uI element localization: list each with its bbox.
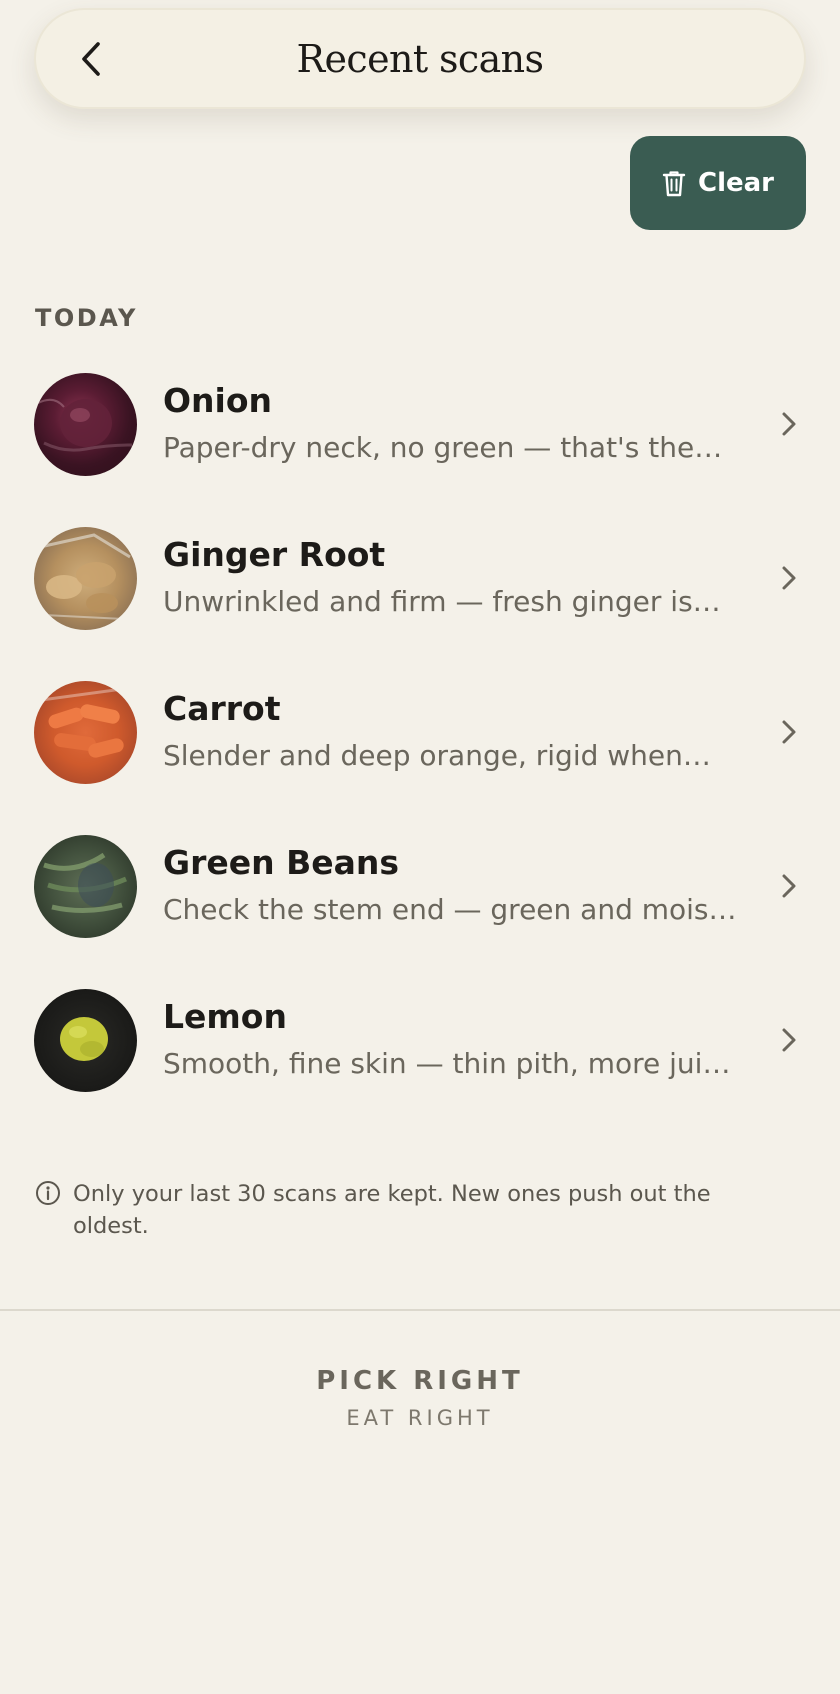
trash-icon	[662, 171, 686, 197]
info-icon	[36, 1181, 60, 1205]
info-text: Only your last 30 scans are kept. New on…	[73, 1181, 711, 1239]
chevron-right-icon	[782, 720, 796, 744]
scan-list: Onion Paper-dry neck, no green — that's …	[0, 358, 840, 1128]
chevron-left-icon	[82, 41, 100, 76]
scan-item-carrot[interactable]: Carrot Slender and deep orange, rigid wh…	[0, 666, 840, 820]
scan-item-description: Paper-dry neck, no green — that's the…	[163, 431, 723, 464]
divider	[0, 1309, 840, 1311]
chevron-right-icon	[782, 412, 796, 436]
chevron-right-icon	[782, 566, 796, 590]
scan-item-description: Unwrinkled and firm — fresh ginger is…	[163, 585, 721, 618]
onion-thumbnail	[34, 373, 137, 476]
page-title: Recent scans	[296, 36, 545, 81]
scan-item-description: Smooth, fine skin — thin pith, more jui…	[163, 1047, 731, 1080]
back-button[interactable]	[70, 37, 114, 81]
scan-item-description: Check the stem end — green and mois…	[163, 893, 737, 926]
clear-button[interactable]: Clear	[630, 136, 806, 230]
lemon-thumbnail	[34, 989, 137, 1092]
scan-item-lemon[interactable]: Lemon Smooth, fine skin — thin pith, mor…	[0, 974, 840, 1128]
scan-item-ginger-root[interactable]: Ginger Root Unwrinkled and firm — fresh …	[0, 512, 840, 666]
top-bar: Recent scans	[34, 8, 806, 109]
scan-item-green-beans[interactable]: Green Beans Check the stem end — green a…	[0, 820, 840, 974]
chevron-right-icon	[782, 874, 796, 898]
scan-item-title: Ginger Root	[163, 535, 386, 574]
clear-button-label: Clear	[698, 168, 774, 198]
chevron-right-icon	[782, 1028, 796, 1052]
scan-item-description: Slender and deep orange, rigid when…	[163, 739, 711, 772]
scan-item-title: Green Beans	[163, 843, 400, 882]
scan-item-onion[interactable]: Onion Paper-dry neck, no green — that's …	[0, 358, 840, 512]
green-beans-thumbnail	[34, 835, 137, 938]
brand-line-2: EAT RIGHT	[346, 1406, 494, 1430]
info-note: Only your last 30 scans are kept. New on…	[35, 1178, 775, 1242]
ginger-root-thumbnail	[34, 527, 137, 630]
scan-item-title: Lemon	[163, 997, 287, 1036]
carrot-thumbnail	[34, 681, 137, 784]
section-heading-today: TODAY	[35, 304, 138, 332]
scan-item-title: Carrot	[163, 689, 281, 728]
scan-item-title: Onion	[163, 381, 273, 420]
brand-line-1: PICK RIGHT	[316, 1366, 524, 1396]
